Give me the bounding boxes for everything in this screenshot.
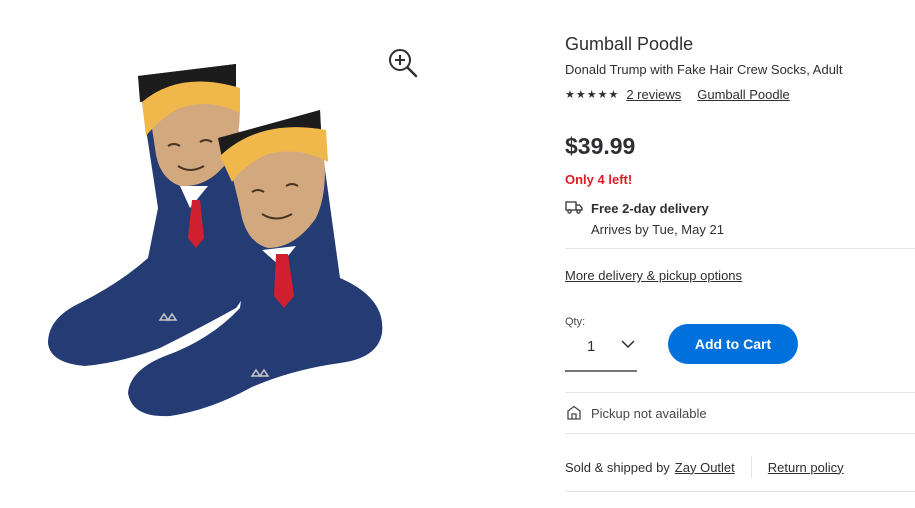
chevron-down-icon (621, 340, 635, 349)
qty-value: 1 (587, 338, 596, 355)
brand-name: Gumball Poodle (565, 34, 694, 54)
zoom-in-icon (389, 49, 418, 78)
rating-row: ★★★★★ 2 reviews Gumball Poodle (565, 87, 790, 102)
pickup-availability: Pickup not available (591, 406, 707, 421)
product-image-pane (0, 0, 540, 508)
separator (750, 456, 752, 478)
return-policy-link[interactable]: Return policy (768, 460, 844, 475)
delivery-title: Free 2-day delivery (591, 201, 709, 216)
seller-row: Sold & shipped by Zay Outlet Return poli… (565, 456, 844, 478)
delivery-arrival: Arrives by Tue, May 21 (591, 222, 724, 237)
stock-warning: Only 4 left! (565, 172, 633, 187)
price: $39.99 (565, 133, 636, 159)
add-to-cart-button[interactable]: Add to Cart (668, 324, 798, 364)
seller-link[interactable]: Zay Outlet (675, 460, 735, 475)
reviews-link[interactable]: 2 reviews (626, 87, 681, 102)
sold-by-label: Sold & shipped by (565, 459, 670, 475)
quantity-select[interactable]: 1 (565, 330, 637, 372)
divider (565, 491, 915, 492)
divider (565, 248, 915, 249)
truck-icon (565, 201, 583, 214)
product-info-panel: Gumball Poodle Donald Trump with Fake Ha… (565, 0, 915, 508)
star-rating: ★★★★★ (565, 89, 620, 101)
divider (565, 392, 915, 393)
store-icon (567, 405, 581, 420)
product-title: Donald Trump with Fake Hair Crew Socks, … (565, 62, 843, 77)
more-delivery-options-link[interactable]: More delivery & pickup options (565, 268, 742, 283)
divider (565, 433, 915, 434)
zoom-button[interactable] (386, 46, 418, 78)
brand-link[interactable]: Gumball Poodle (697, 87, 790, 102)
product-image[interactable] (40, 58, 400, 438)
qty-label: Qty: (565, 316, 586, 328)
back-sock (48, 64, 249, 366)
